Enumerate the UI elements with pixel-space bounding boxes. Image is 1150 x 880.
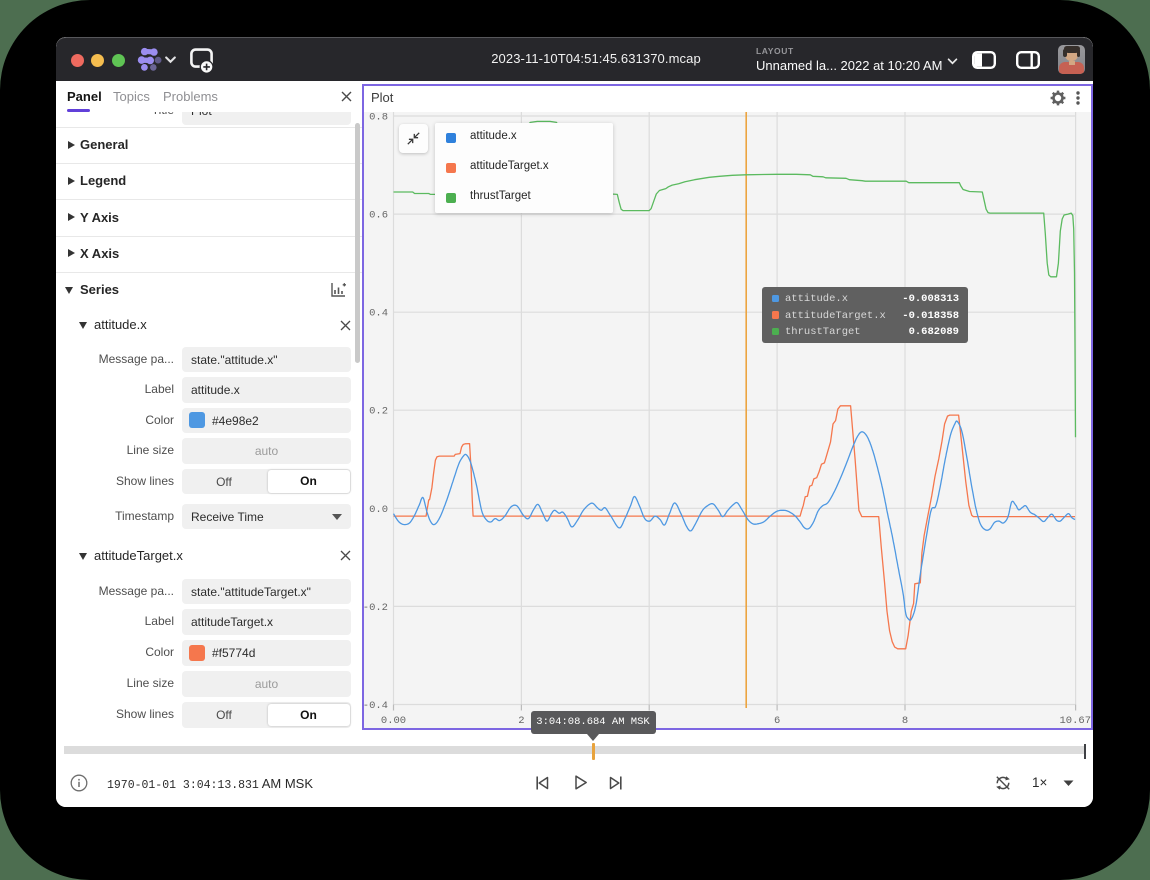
svg-text:8: 8 — [902, 715, 908, 727]
svg-text:0.8: 0.8 — [369, 112, 388, 124]
svg-text:2: 2 — [518, 715, 524, 727]
svg-text:0.00: 0.00 — [381, 715, 406, 727]
svg-text:-0.4: -0.4 — [363, 700, 388, 712]
svg-text:0.0: 0.0 — [369, 504, 388, 516]
svg-text:-0.2: -0.2 — [363, 602, 388, 614]
svg-text:0.6: 0.6 — [369, 210, 388, 222]
svg-text:0.2: 0.2 — [369, 406, 388, 418]
svg-text:10.67: 10.67 — [1059, 715, 1091, 727]
svg-text:0.4: 0.4 — [369, 308, 388, 320]
svg-text:6: 6 — [774, 715, 780, 727]
